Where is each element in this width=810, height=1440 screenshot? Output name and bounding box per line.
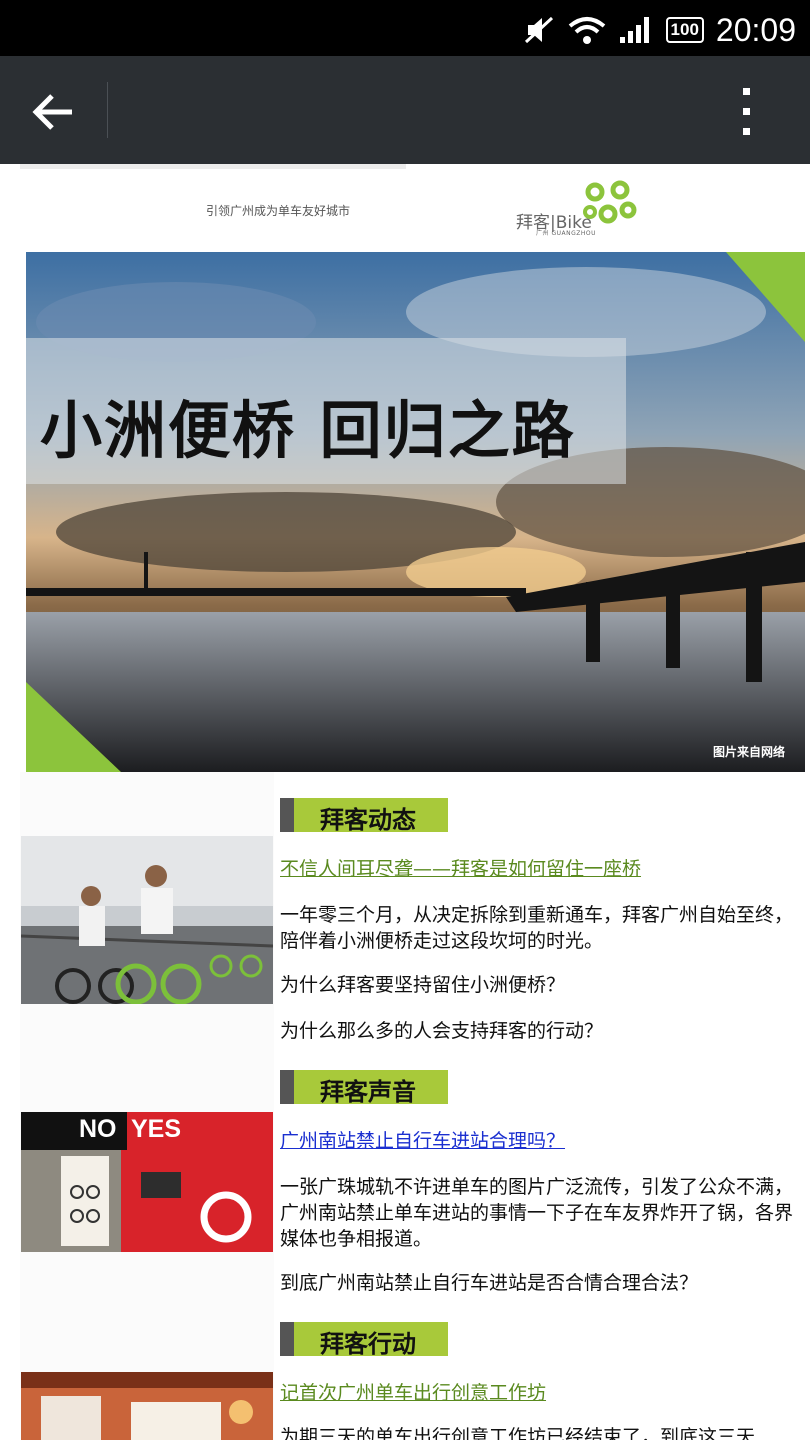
section-header-dynamics: 拜客动态 xyxy=(280,798,448,834)
back-arrow-icon xyxy=(32,94,72,130)
status-icons: 100 20:09 xyxy=(522,10,796,50)
article-paragraph: 一张广珠城轨不许进单车的图片广泛流传，引发了公众不满，广州南站禁止单车进站的事情… xyxy=(280,1176,794,1250)
article-paragraph: 到底广州南站禁止自行车进站是否合情合理合法？ xyxy=(280,1272,699,1294)
overflow-menu-button[interactable] xyxy=(724,86,770,138)
section-header-voice: 拜客声音 xyxy=(280,1070,448,1106)
banner-image[interactable]: 小洲便桥 回归之路 图片来自网络 xyxy=(26,252,805,772)
signal-icon xyxy=(619,17,649,43)
battery-icon: 100 xyxy=(665,17,704,43)
image-credit: 图片来自网络 xyxy=(712,745,785,759)
article-paragraph: 为什么拜客要坚持留住小洲便桥？ xyxy=(280,974,566,996)
cyclists-photo xyxy=(21,836,273,1004)
section-bar xyxy=(280,1322,294,1356)
article-paragraph: 为期三天的单车出行创意工作坊已经结束了，到底这三天 xyxy=(280,1426,756,1440)
section-bar xyxy=(280,1070,294,1104)
article-link-workshop[interactable]: 记首次广州单车出行创意工作坊 xyxy=(280,1378,546,1405)
section-title: 拜客声音 xyxy=(320,1078,416,1106)
article-thumbnail-workshop[interactable] xyxy=(21,1372,273,1440)
bike-guangzhou-logo: 拜客|Bike 广州 GUANGZHOU xyxy=(516,180,640,240)
divider xyxy=(20,164,406,169)
status-time: 20:09 xyxy=(715,11,796,48)
workshop-photo xyxy=(21,1372,273,1440)
back-button[interactable] xyxy=(26,88,82,136)
logo-subtext: 广州 GUANGZHOU xyxy=(536,230,596,237)
section-title: 拜客行动 xyxy=(320,1330,416,1358)
article-thumbnail-cyclists[interactable] xyxy=(21,836,273,1004)
thumb-no-text: NO xyxy=(79,1115,117,1143)
article-link-bridge[interactable]: 不信人间耳尽聋——拜客是如何留住一座桥 xyxy=(280,854,641,881)
section-title: 拜客动态 xyxy=(320,806,416,834)
site-tagline: 引领广州成为单车友好城市 xyxy=(206,204,351,218)
mute-icon xyxy=(524,16,553,44)
banner-title: 小洲便桥 回归之路 xyxy=(40,394,576,467)
wifi-icon xyxy=(568,17,605,44)
status-bar: 100 20:09 xyxy=(0,0,810,56)
app-bar xyxy=(0,56,810,164)
section-bar xyxy=(280,798,294,832)
sunset-bridge-photo xyxy=(26,252,805,772)
section-header-action: 拜客行动 xyxy=(280,1322,448,1358)
web-content[interactable]: 引领广州成为单车友好城市 拜客|Bike 广州 GUANGZHOU 小洲便桥 回… xyxy=(0,164,810,1440)
article-thumbnail-station[interactable]: NO YES xyxy=(21,1112,273,1252)
article-paragraph: 为什么那么多的人会支持拜客的行动？ xyxy=(280,1020,604,1042)
thumb-yes-text: YES xyxy=(131,1115,182,1143)
article-link-station[interactable]: 广州南站禁止自行车进站合理吗？ xyxy=(280,1126,565,1153)
article-paragraph: 一年零三个月，从决定拆除到重新通车，拜客广州自始至终，陪伴着小洲便桥走过这段坎坷… xyxy=(280,904,794,952)
appbar-divider xyxy=(107,82,108,138)
more-vert-icon xyxy=(743,88,750,135)
